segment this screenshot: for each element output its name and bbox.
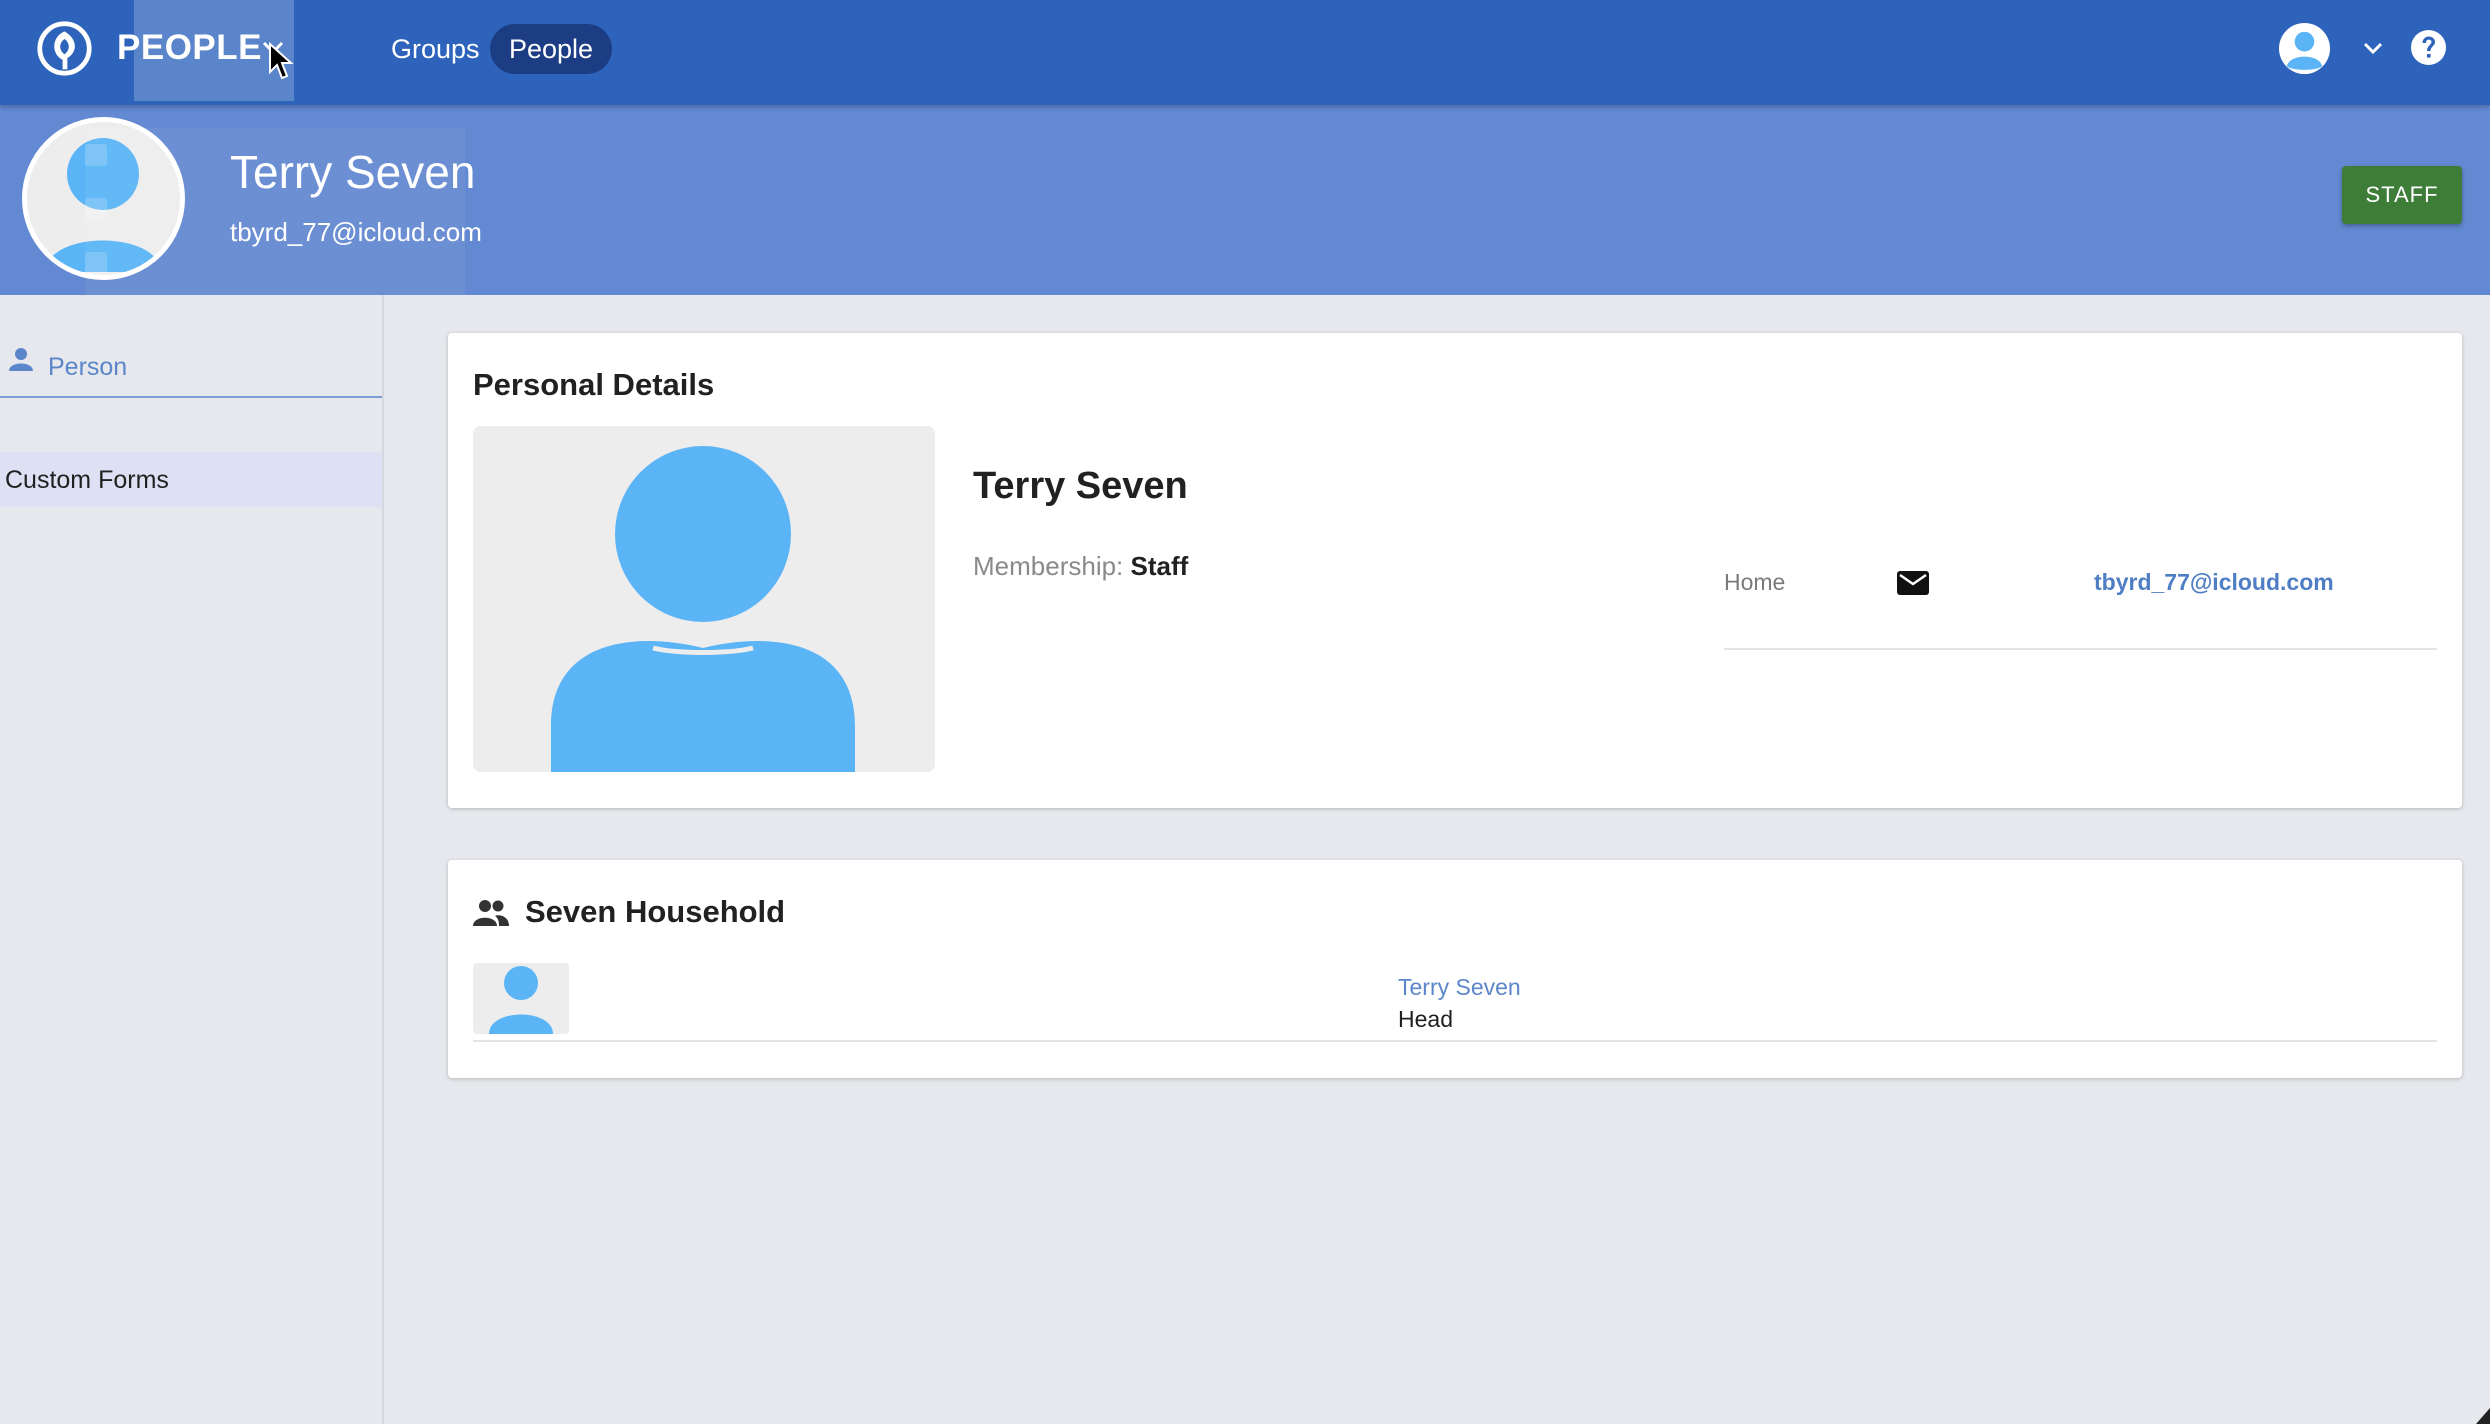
person-icon [9, 348, 33, 371]
top-app-bar: PEOPLE Groups People [0, 0, 2490, 105]
person-header-banner: Terry Seven tbyrd_77@icloud.com STAFF [0, 105, 2490, 298]
side-menu-label-custom-forms: Custom Forms [5, 466, 169, 494]
mail-icon [1897, 571, 1929, 595]
personal-details-title: Personal Details [473, 367, 715, 402]
user-avatar-icon[interactable] [2278, 22, 2331, 75]
resize-corner-icon [2476, 1408, 2490, 1424]
person-side-menu: Person Custom Forms [0, 295, 384, 1424]
member-name-link[interactable]: Terry Seven [1398, 974, 1521, 1001]
member-role: Head [1398, 1006, 1453, 1032]
person-silhouette-icon [551, 446, 855, 772]
membership-status: Membership: Staff [973, 551, 1188, 582]
app-name: PEOPLE [117, 28, 262, 67]
person-full-name: Terry Seven [973, 465, 1188, 507]
nav-tab-groups[interactable]: Groups [372, 24, 499, 74]
person-avatar [22, 117, 185, 280]
chevron-down-icon[interactable] [2362, 41, 2384, 55]
member-avatar [473, 963, 569, 1034]
side-menu-item-person[interactable]: Person [0, 335, 382, 398]
header-person-email: tbyrd_77@icloud.com [230, 217, 482, 247]
person-photo[interactable] [473, 426, 935, 772]
household-title: Seven Household [525, 894, 786, 929]
personal-details-card: Personal Details Terry Seven Membership:… [448, 333, 2462, 808]
mouse-cursor-icon [269, 42, 294, 80]
contact-type-label: Home [1724, 569, 1786, 595]
person-silhouette-icon [45, 138, 161, 272]
membership-label: Membership: [973, 551, 1124, 581]
contact-email-link[interactable]: tbyrd_77@icloud.com [2094, 569, 2334, 596]
group-icon [473, 900, 509, 926]
church-logo-icon [37, 21, 92, 76]
household-member-row: Terry Seven Head [473, 960, 2437, 1042]
staff-badge-button[interactable]: STAFF [2342, 166, 2462, 224]
side-menu-item-custom-forms[interactable]: Custom Forms [0, 452, 382, 507]
contact-row: Home tbyrd_77@icloud.com [1724, 553, 2437, 650]
person-silhouette-icon [489, 966, 553, 1034]
side-menu-label-person: Person [48, 353, 128, 381]
help-circle-icon[interactable] [2410, 29, 2447, 66]
app-switcher[interactable]: PEOPLE [0, 0, 295, 101]
header-person-name: Terry Seven [230, 146, 476, 198]
nav-tab-people[interactable]: People [490, 24, 613, 74]
household-card: Seven Household Terry Seven Head [448, 860, 2462, 1078]
membership-value: Staff [1130, 551, 1189, 581]
